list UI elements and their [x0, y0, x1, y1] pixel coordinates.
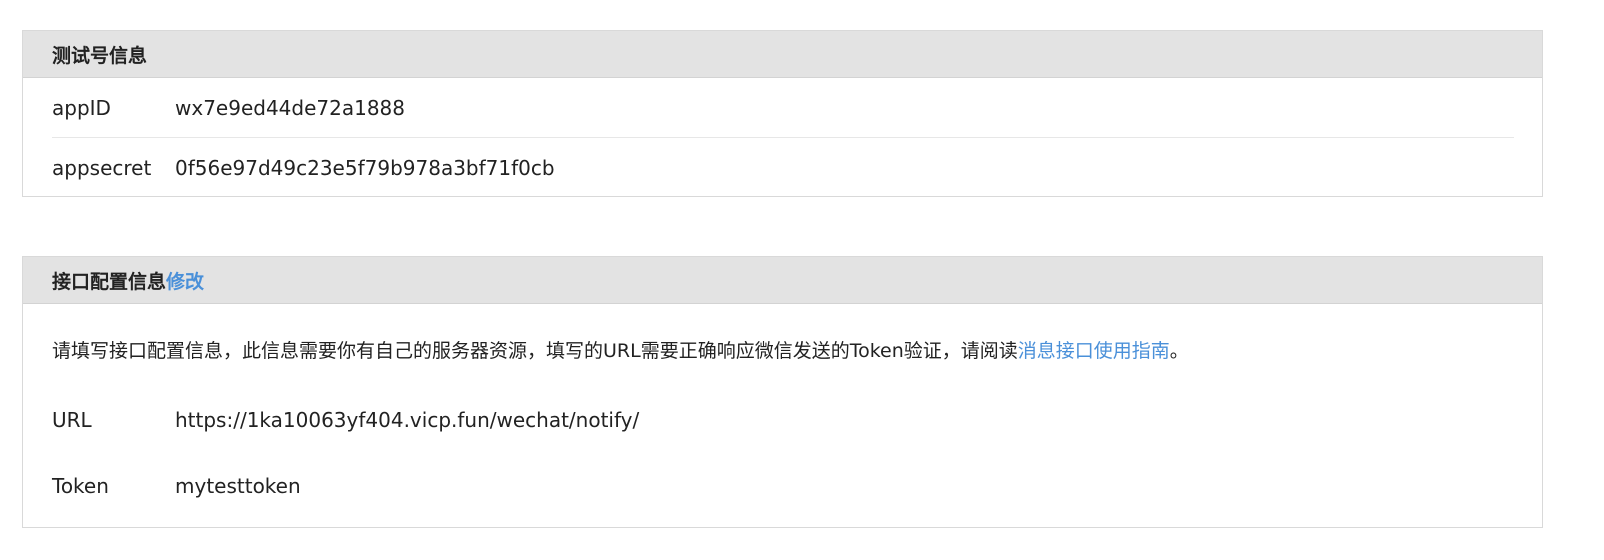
appsecret-value: 0f56e97d49c23e5f79b978a3bf71f0cb [175, 155, 555, 180]
edit-config-link[interactable]: 修改 [166, 267, 204, 294]
message-api-guide-link[interactable]: 消息接口使用指南 [1018, 340, 1170, 362]
interface-config-header: 接口配置信息 修改 [23, 257, 1542, 304]
appsecret-label: appsecret [52, 155, 152, 180]
url-row: URL https://1ka10063yf404.vicp.fun/wecha… [52, 403, 1514, 437]
test-account-header: 测试号信息 [23, 31, 1542, 78]
description-end: 。 [1169, 340, 1189, 362]
url-label: URL [52, 408, 92, 432]
appid-label: appID [52, 95, 111, 120]
appsecret-row: appsecret 0f56e97d49c23e5f79b978a3bf71f0… [52, 138, 1514, 197]
test-account-panel: 测试号信息 appID wx7e9ed44de72a1888 appsecret… [22, 30, 1543, 197]
token-label: Token [52, 474, 109, 498]
token-row: Token mytesttoken [52, 469, 1514, 503]
description-text: 请填写接口配置信息，此信息需要你有自己的服务器资源，填写的URL需要正确响应微信… [52, 340, 1018, 362]
appid-value: wx7e9ed44de72a1888 [175, 95, 405, 120]
token-value: mytesttoken [175, 474, 301, 498]
interface-config-title: 接口配置信息 [52, 270, 167, 293]
interface-config-panel: 接口配置信息 修改 请填写接口配置信息，此信息需要你有自己的服务器资源，填写的UR… [22, 256, 1543, 528]
interface-config-description: 请填写接口配置信息，此信息需要你有自己的服务器资源，填写的URL需要正确响应微信… [52, 337, 1522, 365]
url-value: https://1ka10063yf404.vicp.fun/wechat/no… [175, 408, 640, 432]
appid-row: appID wx7e9ed44de72a1888 [52, 78, 1514, 138]
test-account-title: 测试号信息 [52, 44, 148, 67]
